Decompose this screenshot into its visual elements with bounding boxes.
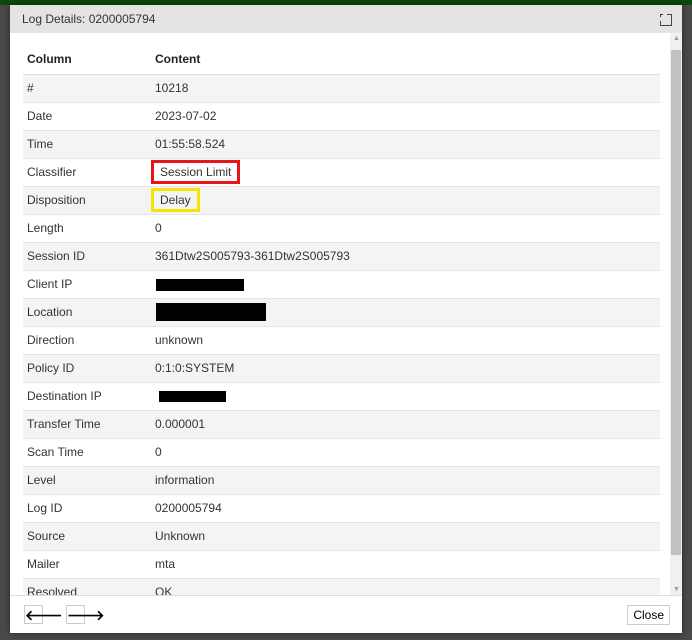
redacted-value (156, 278, 244, 291)
table-row: Level information (23, 466, 660, 495)
row-value-cell (151, 270, 660, 299)
row-value-cell: 0 (151, 214, 660, 243)
redacted-value (156, 303, 266, 321)
table-row: Client IP (23, 270, 660, 299)
table-row: Source Unknown (23, 522, 660, 551)
table-row: Log ID 0200005794 (23, 494, 660, 523)
table-row: Disposition Delay (23, 186, 660, 215)
log-details-dialog: Log Details: 0200005794 Column Content #… (10, 5, 682, 633)
row-value-cell: information (151, 466, 660, 495)
row-value-cell: mta (151, 550, 660, 579)
table-row: Scan Time 0 (23, 438, 660, 467)
row-label: Length (23, 214, 151, 243)
highlighted-value: Session Limit (151, 160, 241, 184)
table-row: Length 0 (23, 214, 660, 243)
table-row: Session ID 361Dtw2S005793-361Dtw2S005793 (23, 242, 660, 271)
table-row: #10218 (23, 74, 660, 103)
row-value-cell (151, 382, 660, 411)
row-label: Direction (23, 326, 151, 355)
dialog-titlebar[interactable]: Log Details: 0200005794 (10, 5, 682, 33)
row-value-cell: 10218 (151, 74, 660, 103)
next-button[interactable]: 🡒 (66, 605, 105, 624)
highlighted-value: Delay (151, 188, 200, 212)
row-value-cell: 361Dtw2S005793-361Dtw2S005793 (151, 242, 660, 271)
dialog-title: Log Details: 0200005794 (22, 12, 156, 26)
maximize-icon[interactable] (660, 14, 672, 26)
row-label: Destination IP (23, 382, 151, 411)
row-label: Session ID (23, 242, 151, 271)
redacted-value (159, 391, 226, 403)
row-label: Time (23, 130, 151, 159)
row-label: Level (23, 466, 151, 495)
row-value-cell: 2023-07-02 (151, 102, 660, 131)
table-row: Location (23, 298, 660, 327)
row-value-cell: 01:55:58.524 (151, 130, 660, 159)
row-label: Transfer Time (23, 410, 151, 439)
previous-button[interactable]: 🡐 (24, 605, 63, 624)
table-row: Mailer mta (23, 550, 660, 579)
row-label: Mailer (23, 550, 151, 579)
row-label: Resolved (23, 578, 151, 595)
arrow-left-icon: 🡐 (25, 606, 63, 623)
scroll-up-icon[interactable]: ▲ (673, 35, 680, 42)
table-row: Date 2023-07-02 (23, 102, 660, 131)
row-value-cell (151, 298, 660, 327)
row-value-cell: 0:1:0:SYSTEM (151, 354, 660, 383)
close-button[interactable]: Close (627, 605, 670, 625)
row-value-cell: Delay (151, 186, 660, 215)
row-value-cell: OK (151, 578, 660, 595)
row-label: Client IP (23, 270, 151, 299)
row-label: # (23, 74, 151, 103)
row-value-cell: Session Limit (151, 158, 660, 187)
row-label: Date (23, 102, 151, 131)
table-row: Classifier Session Limit (23, 158, 660, 187)
column-header-content: Content (151, 45, 660, 75)
row-value-cell: 0.000001 (151, 410, 660, 439)
dialog-content: Column Content #10218 Date 2023-07-02 Time 0… (10, 33, 682, 595)
row-value-cell: Unknown (151, 522, 660, 551)
arrow-right-icon: 🡒 (67, 606, 105, 623)
table-row: Resolved OK (23, 578, 660, 595)
table-row: Time 01:55:58.524 (23, 130, 660, 159)
table-row: Direction unknown (23, 326, 660, 355)
row-label: Scan Time (23, 438, 151, 467)
scrollbar-thumb[interactable] (671, 50, 681, 555)
log-details-table: Column Content #10218 Date 2023-07-02 Time 0… (23, 45, 660, 595)
row-label: Source (23, 522, 151, 551)
row-value-cell: 0200005794 (151, 494, 660, 523)
table-row: Transfer Time 0.000001 (23, 410, 660, 439)
row-label: Policy ID (23, 354, 151, 383)
dialog-footer: 🡐 🡒 Close (10, 595, 682, 633)
row-label: Log ID (23, 494, 151, 523)
row-label: Location (23, 298, 151, 327)
row-value-cell: 0 (151, 438, 660, 467)
scroll-down-icon[interactable]: ▼ (673, 586, 680, 593)
vertical-scrollbar[interactable]: ▲ ▼ (670, 33, 682, 595)
row-value-cell: unknown (151, 326, 660, 355)
column-header-column: Column (23, 45, 151, 75)
table-row: Policy ID 0:1:0:SYSTEM (23, 354, 660, 383)
row-label: Classifier (23, 158, 151, 187)
table-row: Destination IP (23, 382, 660, 411)
row-label: Disposition (23, 186, 151, 215)
